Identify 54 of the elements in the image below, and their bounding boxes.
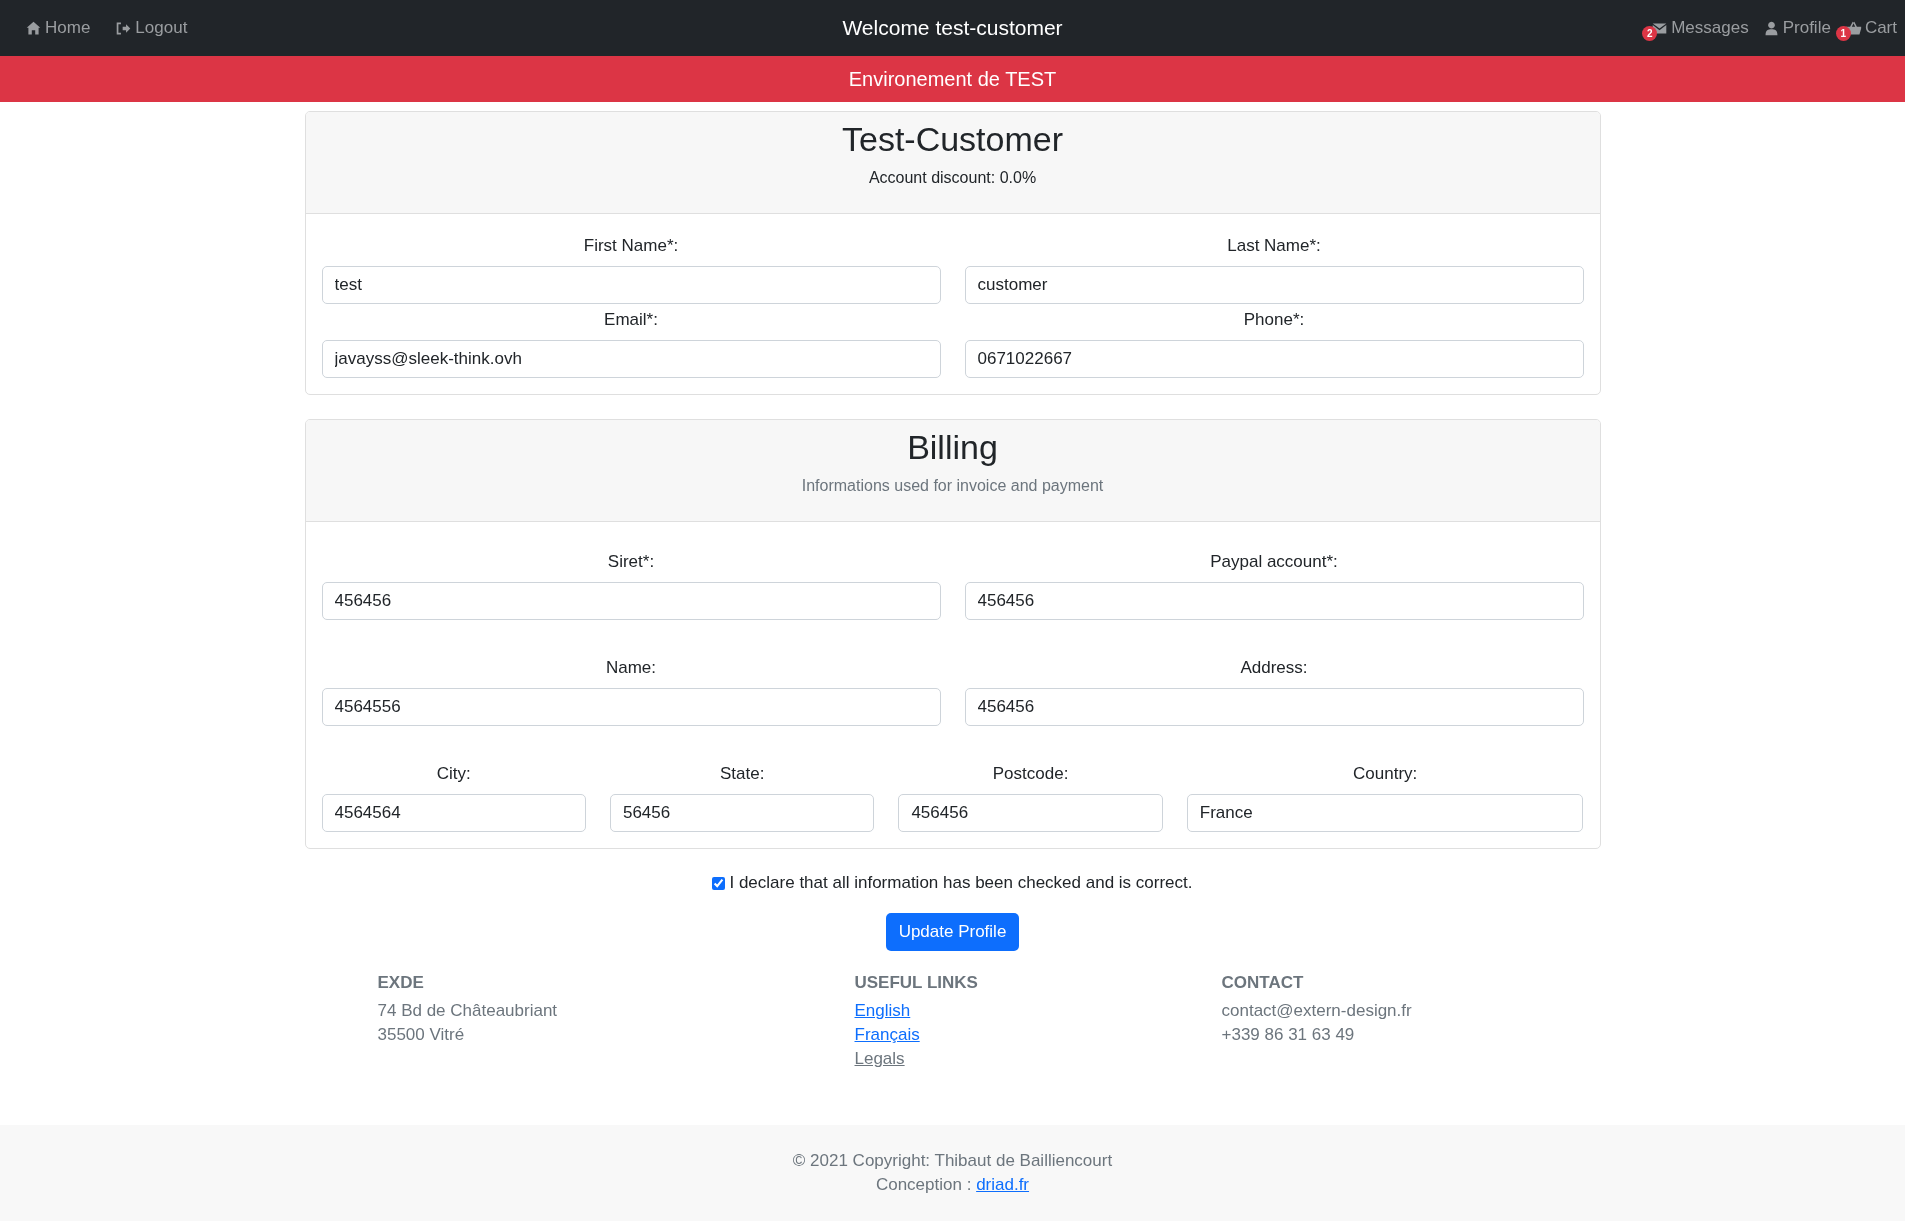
copyright-text: © 2021 Copyright: Thibaut de Bailliencourt — [792, 1150, 1113, 1172]
text-field[interactable]: 456456 — [321, 582, 941, 620]
count-badge: 2 — [1642, 25, 1658, 41]
conception-link[interactable]: driad.fr — [976, 1175, 1030, 1194]
update-profile-button[interactable]: Update Profile — [885, 913, 1020, 951]
text-field[interactable]: 456456 — [898, 794, 1163, 832]
card-subtitle: Account discount: 0.0% — [867, 169, 1038, 187]
field-label: State: — [718, 764, 766, 784]
field-label: City: — [435, 764, 472, 784]
field-label: Siret*: — [606, 552, 656, 572]
conception-text: Conception : — [875, 1175, 972, 1194]
home-icon — [25, 19, 42, 37]
field-label: Phone*: — [1242, 310, 1306, 330]
footer-text: 35500 Vitré — [377, 1024, 465, 1046]
text-field[interactable]: 4564556 — [321, 688, 941, 726]
field-label: Country: — [1352, 764, 1419, 784]
footer-heading: CONTACT — [1221, 973, 1304, 993]
footer-heading: EXDE — [377, 973, 424, 993]
text-field[interactable]: 4564564 — [321, 794, 586, 832]
field-label: Last Name*: — [1226, 236, 1322, 256]
card-title: Test-Customer — [840, 120, 1065, 159]
nav-link[interactable]: Profile — [1753, 12, 1831, 44]
text-field[interactable]: test — [321, 266, 941, 304]
card-subtitle: Informations used for invoice and payment — [800, 477, 1105, 495]
footer-link[interactable]: English — [854, 999, 911, 1023]
footer-text: contact@extern-design.fr — [1221, 1000, 1412, 1022]
text-field[interactable]: France — [1186, 794, 1584, 832]
nav-link[interactable]: 2 Messages — [1642, 12, 1749, 44]
footer-text: +339 86 31 63 49 — [1221, 1024, 1355, 1046]
footer-link[interactable]: Français — [854, 1023, 920, 1047]
field-label: Paypal account*: — [1209, 552, 1339, 572]
nav-link[interactable]: 1 Cart — [1835, 12, 1897, 44]
declaration-label: I declare that all information has been checked and is correct. — [729, 873, 1193, 893]
text-field[interactable]: 456456 — [964, 688, 1584, 726]
text-field[interactable]: 456456 — [964, 582, 1584, 620]
count-badge: 1 — [1835, 25, 1851, 41]
welcome-title: Welcome test-customer — [842, 16, 1063, 40]
footer-text: 74 Bd de Châteaubriant — [377, 1000, 558, 1022]
text-field[interactable]: javayss@sleek-think.ovh — [321, 340, 941, 378]
field-label: Address: — [1239, 658, 1309, 678]
environment-banner: Environement de TEST — [0, 56, 1905, 102]
nav-link[interactable]: Logout — [106, 12, 188, 44]
nav-link[interactable]: Home — [16, 12, 91, 44]
field-label: Name: — [604, 658, 658, 678]
declaration-checkbox[interactable] — [712, 876, 726, 890]
text-field[interactable]: 56456 — [609, 794, 875, 832]
footer-link[interactable]: Legals — [854, 1047, 905, 1071]
field-label: First Name*: — [582, 236, 680, 256]
field-label: Email*: — [603, 310, 659, 330]
text-field[interactable]: 0671022667 — [964, 340, 1584, 378]
card-title: Billing — [906, 428, 999, 467]
footer-heading: USEFUL LINKS — [854, 973, 978, 993]
field-label: Postcode: — [991, 764, 1070, 784]
text-field[interactable]: customer — [964, 266, 1584, 304]
